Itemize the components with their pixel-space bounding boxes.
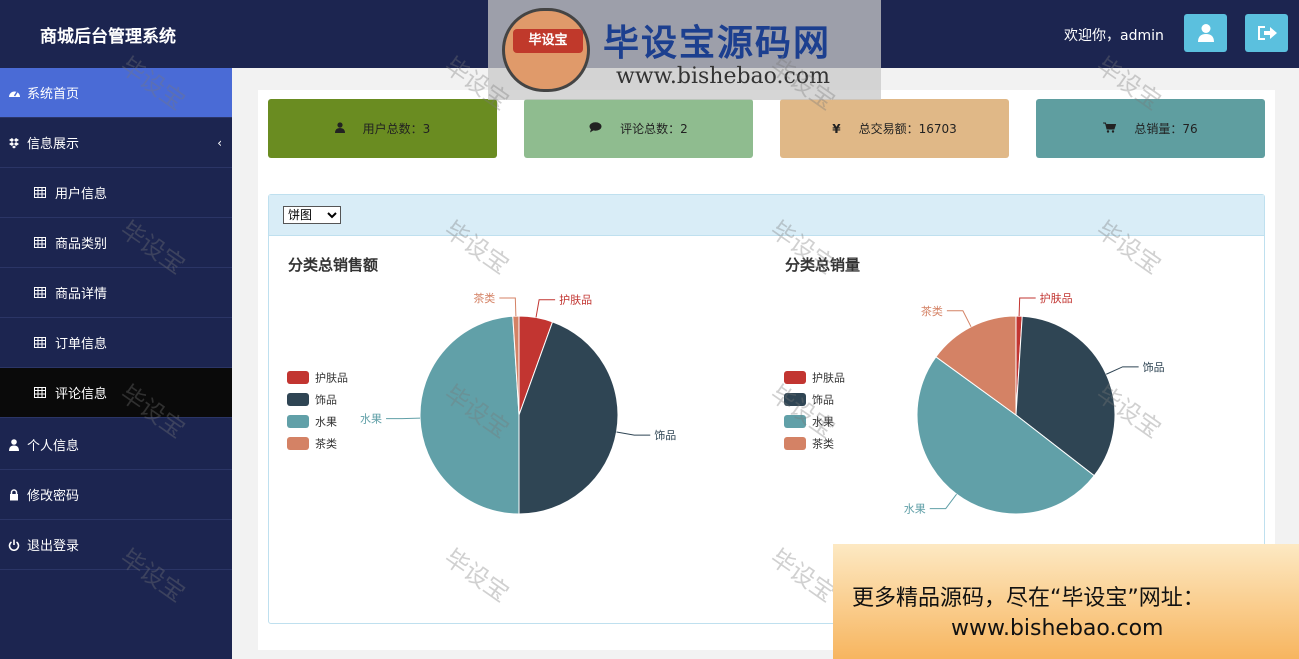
slice-label-line bbox=[616, 431, 651, 436]
legend-label[interactable]: 水果 bbox=[812, 416, 834, 429]
legend-swatch[interactable] bbox=[784, 437, 806, 450]
sidebar-item-info-display[interactable]: 信息展示 ‹ bbox=[0, 118, 232, 168]
brand-watermark: 毕设宝 毕设宝源码网 www.bishebao.com bbox=[488, 0, 881, 100]
sidebar-item-logout[interactable]: 退出登录 bbox=[0, 520, 232, 570]
legend-label[interactable]: 茶类 bbox=[812, 437, 834, 451]
legend-swatch[interactable] bbox=[784, 393, 806, 406]
promo-banner: 更多精品源码，尽在“毕设宝”网址： www.bishebao.com bbox=[833, 544, 1299, 659]
brand-logo-text: 毕设宝 bbox=[513, 29, 583, 53]
table-icon bbox=[33, 237, 47, 248]
sign-out-icon bbox=[1257, 26, 1277, 40]
sidebar-item-product-detail[interactable]: 商品详情 bbox=[0, 268, 232, 318]
slice-label-line bbox=[1106, 366, 1139, 375]
brand-url: www.bishebao.com bbox=[616, 64, 830, 89]
table-icon bbox=[33, 187, 47, 198]
sidebar-item-orders[interactable]: 订单信息 bbox=[0, 318, 232, 368]
stat-card-comments: 评论总数：2 bbox=[524, 99, 753, 158]
sidebar-item-category[interactable]: 商品类别 bbox=[0, 218, 232, 268]
stat-card-sales: 总销量：76 bbox=[1036, 99, 1265, 158]
sidebar-item-label: 评论信息 bbox=[55, 387, 108, 402]
app-title: 商城后台管理系统 bbox=[40, 27, 176, 47]
stat-card-label: 用户总数：3 bbox=[362, 122, 431, 136]
sidebar-item-label: 个人信息 bbox=[27, 439, 80, 454]
sidebar-item-label: 修改密码 bbox=[27, 489, 80, 504]
stat-card-users: 用户总数：3 bbox=[268, 99, 497, 158]
legend-swatch[interactable] bbox=[287, 393, 309, 406]
legend-swatch[interactable] bbox=[784, 371, 806, 384]
user-profile-button[interactable] bbox=[1184, 14, 1227, 52]
sidebar-item-comments[interactable]: 评论信息 bbox=[0, 368, 232, 418]
slice-label-line bbox=[499, 297, 517, 317]
stat-card-label: 评论总数：2 bbox=[620, 122, 688, 136]
sidebar-item-label: 退出登录 bbox=[27, 539, 80, 554]
yen-icon: ¥ bbox=[832, 121, 841, 136]
stat-card-label: 总交易额：16703 bbox=[858, 122, 957, 136]
dashboard-icon bbox=[7, 88, 21, 98]
slice-label-line bbox=[386, 417, 421, 420]
sidebar-item-home[interactable]: 系统首页 bbox=[0, 68, 232, 118]
chart-type-select[interactable]: 饼图 bbox=[283, 206, 341, 224]
legend-label[interactable]: 茶类 bbox=[315, 437, 337, 451]
sidebar-item-profile[interactable]: 个人信息 bbox=[0, 420, 232, 470]
legend-label[interactable]: 饰品 bbox=[315, 393, 337, 407]
pie-slice[interactable] bbox=[419, 315, 520, 515]
slice-label: 茶类 bbox=[473, 291, 495, 305]
table-icon bbox=[33, 287, 47, 298]
legend-label[interactable]: 护肤品 bbox=[315, 371, 348, 385]
slice-label: 饰品 bbox=[1143, 360, 1165, 374]
slice-label-line bbox=[929, 493, 957, 510]
brand-name: 毕设宝源码网 bbox=[603, 23, 832, 64]
welcome-text: 欢迎你，admin bbox=[1064, 28, 1164, 44]
sidebar-item-user-info[interactable]: 用户信息 bbox=[0, 168, 232, 218]
legend-swatch[interactable] bbox=[784, 415, 806, 428]
user-icon bbox=[1197, 24, 1214, 42]
legend-label[interactable]: 水果 bbox=[315, 416, 337, 429]
dropbox-icon bbox=[7, 137, 21, 149]
sidebar-item-label: 商品类别 bbox=[55, 237, 108, 252]
legend-label[interactable]: 饰品 bbox=[812, 393, 834, 407]
slice-label: 护肤品 bbox=[559, 293, 592, 307]
slice-label-line bbox=[946, 310, 972, 328]
stat-card-label: 总销量：76 bbox=[1134, 122, 1198, 136]
legend-swatch[interactable] bbox=[287, 371, 309, 384]
slice-label: 护肤品 bbox=[1040, 291, 1073, 305]
chart-title-sales-amount: 分类总销售额 bbox=[288, 256, 379, 274]
slice-label: 茶类 bbox=[921, 304, 943, 318]
chart-title-sales-volume: 分类总销量 bbox=[785, 256, 861, 274]
table-icon bbox=[33, 337, 47, 348]
legend-swatch[interactable] bbox=[287, 437, 309, 450]
logout-button[interactable] bbox=[1245, 14, 1288, 52]
stat-card-revenue: ¥ 总交易额：16703 bbox=[780, 99, 1009, 158]
brand-logo: 毕设宝 bbox=[502, 8, 590, 92]
slice-label-line bbox=[1018, 297, 1036, 317]
sidebar-item-change-password[interactable]: 修改密码 bbox=[0, 470, 232, 520]
pie-chart-sales-amount: 护肤品饰品水果茶类护肤品饰品水果茶类 bbox=[287, 291, 676, 515]
sidebar: 系统首页 信息展示 ‹ 用户信息 商品类别 商品详情 订单信息 评论信息 个人信… bbox=[0, 68, 232, 659]
table-icon bbox=[33, 387, 47, 398]
sidebar-item-label: 信息展示 bbox=[27, 137, 80, 152]
power-icon bbox=[7, 539, 21, 551]
slice-label: 水果 bbox=[360, 413, 382, 426]
sidebar-item-label: 系统首页 bbox=[27, 87, 80, 102]
legend-swatch[interactable] bbox=[287, 415, 309, 428]
slice-label-line bbox=[535, 299, 556, 318]
sidebar-item-label: 用户信息 bbox=[55, 187, 108, 202]
sidebar-item-label: 订单信息 bbox=[55, 337, 108, 352]
comment-icon bbox=[589, 121, 602, 136]
user-icon bbox=[334, 121, 345, 136]
slice-label: 水果 bbox=[904, 503, 926, 516]
chevron-left-icon: ‹ bbox=[217, 135, 222, 150]
slice-label: 饰品 bbox=[654, 428, 676, 442]
sidebar-item-label: 商品详情 bbox=[55, 287, 108, 302]
lock-icon bbox=[7, 488, 21, 501]
legend-label[interactable]: 护肤品 bbox=[812, 371, 845, 385]
user-icon bbox=[7, 438, 21, 451]
promo-url: www.bishebao.com bbox=[951, 616, 1164, 641]
cart-icon bbox=[1103, 122, 1117, 136]
chart-panel-header: 饼图 bbox=[269, 195, 1264, 236]
promo-text: 更多精品源码，尽在“毕设宝”网址： bbox=[852, 586, 1205, 611]
